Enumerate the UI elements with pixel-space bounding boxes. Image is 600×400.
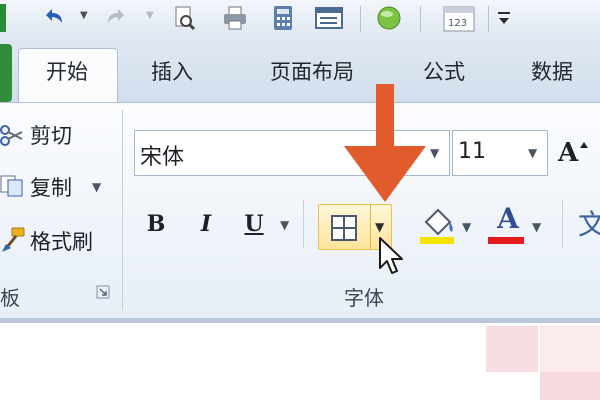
grow-font-button[interactable]: A <box>558 134 598 172</box>
font-size-value: 11 <box>458 139 486 164</box>
underline-button[interactable]: U <box>236 206 272 242</box>
phonetic-icon[interactable]: 文 <box>578 206 600 242</box>
font-size-dropdown-arrow[interactable]: ▼ <box>528 146 537 160</box>
fill-color-dropdown-arrow[interactable]: ▼ <box>462 220 471 234</box>
format-painter-button[interactable]: 格式刷 <box>30 226 93 256</box>
font-color-letter: A <box>497 202 519 235</box>
underline-dropdown-arrow[interactable]: ▼ <box>280 218 289 232</box>
redo-dropdown-arrow[interactable]: ▼ <box>146 10 154 21</box>
borders-dropdown-arrow[interactable]: ▼ <box>375 220 384 234</box>
redo-icon[interactable] <box>104 4 130 32</box>
format-painter-icon <box>0 226 26 254</box>
customize-icon[interactable] <box>496 9 512 29</box>
italic-button[interactable]: I <box>188 206 224 242</box>
font-color-swatch[interactable] <box>488 237 524 244</box>
borders-split-line <box>370 204 371 250</box>
dialog-launcher-icon[interactable] <box>96 284 110 299</box>
tab-insert[interactable]: 插入 <box>132 50 212 92</box>
calendar-number: 123 <box>448 18 468 29</box>
toolbar-divider <box>488 6 489 32</box>
bold-button[interactable]: B <box>138 206 174 242</box>
print-icon[interactable] <box>222 4 248 32</box>
mouse-cursor-icon <box>378 236 408 276</box>
file-tab-edge[interactable] <box>0 44 12 102</box>
grow-font-letter: A <box>558 138 579 168</box>
copy-dropdown-arrow[interactable]: ▼ <box>92 180 101 194</box>
font-group-label: 字体 <box>344 286 384 310</box>
tab-data[interactable]: 数据 <box>510 50 594 92</box>
toolbar-divider <box>420 6 421 32</box>
grow-arrow-icon <box>580 142 589 148</box>
font-name-value: 宋体 <box>140 145 185 170</box>
print-preview-icon[interactable] <box>172 4 198 32</box>
group-divider <box>122 110 123 310</box>
toolbar-divider <box>360 6 361 32</box>
font-name-dropdown-arrow[interactable]: ▼ <box>430 146 439 160</box>
quick-access-toolbar: ▼ ▼ 123 <box>0 0 600 38</box>
undo-dropdown-arrow[interactable]: ▼ <box>80 10 88 21</box>
tab-home[interactable]: 开始 <box>18 50 116 92</box>
ribbon-bottom-border <box>0 318 600 323</box>
font-color-dropdown-arrow[interactable]: ▼ <box>532 220 541 234</box>
copy-button[interactable]: 复制 <box>30 172 72 202</box>
app-icon-edge <box>0 4 6 32</box>
fill-color-button[interactable] <box>420 206 458 246</box>
copy-icon <box>0 172 26 198</box>
watermark-block <box>540 372 600 400</box>
annotation-arrow-icon <box>340 84 430 208</box>
cut-button[interactable]: 剪切 <box>30 120 72 150</box>
calculator-icon[interactable] <box>270 4 296 32</box>
form-icon[interactable] <box>314 4 344 32</box>
watermark-block <box>486 326 538 372</box>
borders-icon <box>331 215 357 241</box>
svg-text:文: 文 <box>578 208 600 241</box>
scissors-icon <box>0 122 24 148</box>
watermark-block <box>540 326 600 372</box>
circle-icon[interactable] <box>376 4 402 32</box>
format-divider <box>562 200 563 248</box>
undo-icon[interactable] <box>40 4 66 32</box>
clipboard-group-label: 板 <box>0 286 20 310</box>
format-divider <box>303 200 304 248</box>
